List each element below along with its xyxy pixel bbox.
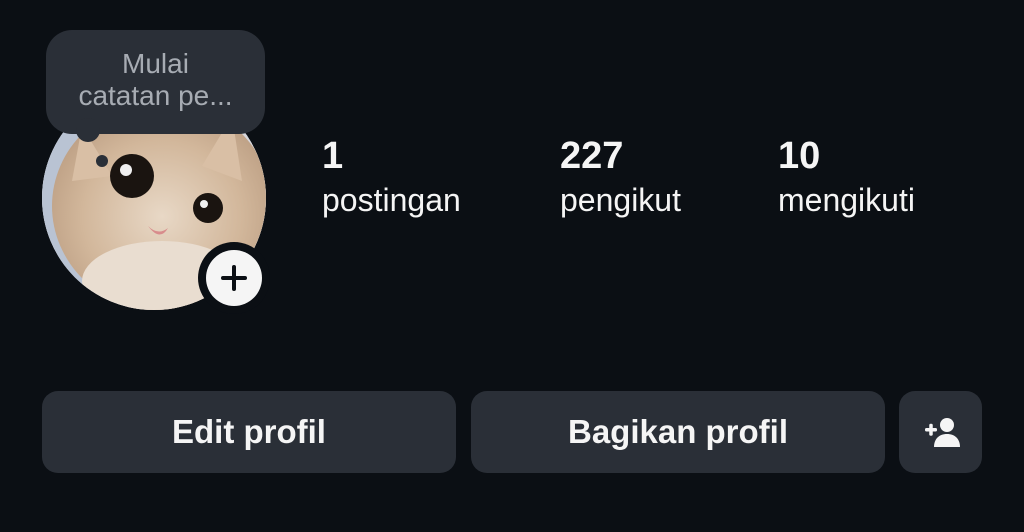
note-bubble-tail-small bbox=[96, 155, 108, 167]
note-line-1: Mulai bbox=[122, 48, 189, 79]
followers-label: pengikut bbox=[560, 182, 681, 218]
discover-people-button[interactable] bbox=[899, 391, 982, 473]
edit-profile-label: Edit profil bbox=[172, 413, 326, 450]
add-story-button-inner bbox=[206, 250, 262, 306]
share-profile-label: Bagikan profil bbox=[567, 413, 789, 450]
share-profile-button[interactable]: Bagikan profil bbox=[471, 391, 885, 473]
posts-label: postingan bbox=[322, 182, 461, 218]
following-label: mengikuti bbox=[778, 182, 915, 218]
posts-count: 1 bbox=[322, 135, 344, 177]
followers-count: 227 bbox=[560, 135, 624, 177]
edit-profile-button[interactable]: Edit profil bbox=[42, 391, 456, 473]
stat-followers[interactable]: 227 pengikut bbox=[560, 134, 681, 220]
following-count: 10 bbox=[778, 135, 821, 177]
note-bubble-tail-large bbox=[76, 118, 100, 142]
note-line-2: catatan pe... bbox=[78, 80, 233, 111]
stat-following[interactable]: 10 mengikuti bbox=[778, 134, 915, 220]
stat-posts[interactable]: 1 postingan bbox=[322, 134, 461, 220]
add-person-icon bbox=[924, 418, 960, 447]
plus-icon bbox=[221, 265, 247, 291]
add-story-button[interactable] bbox=[198, 242, 270, 314]
note-bubble[interactable]: Mulai catatan pe... bbox=[46, 30, 265, 134]
